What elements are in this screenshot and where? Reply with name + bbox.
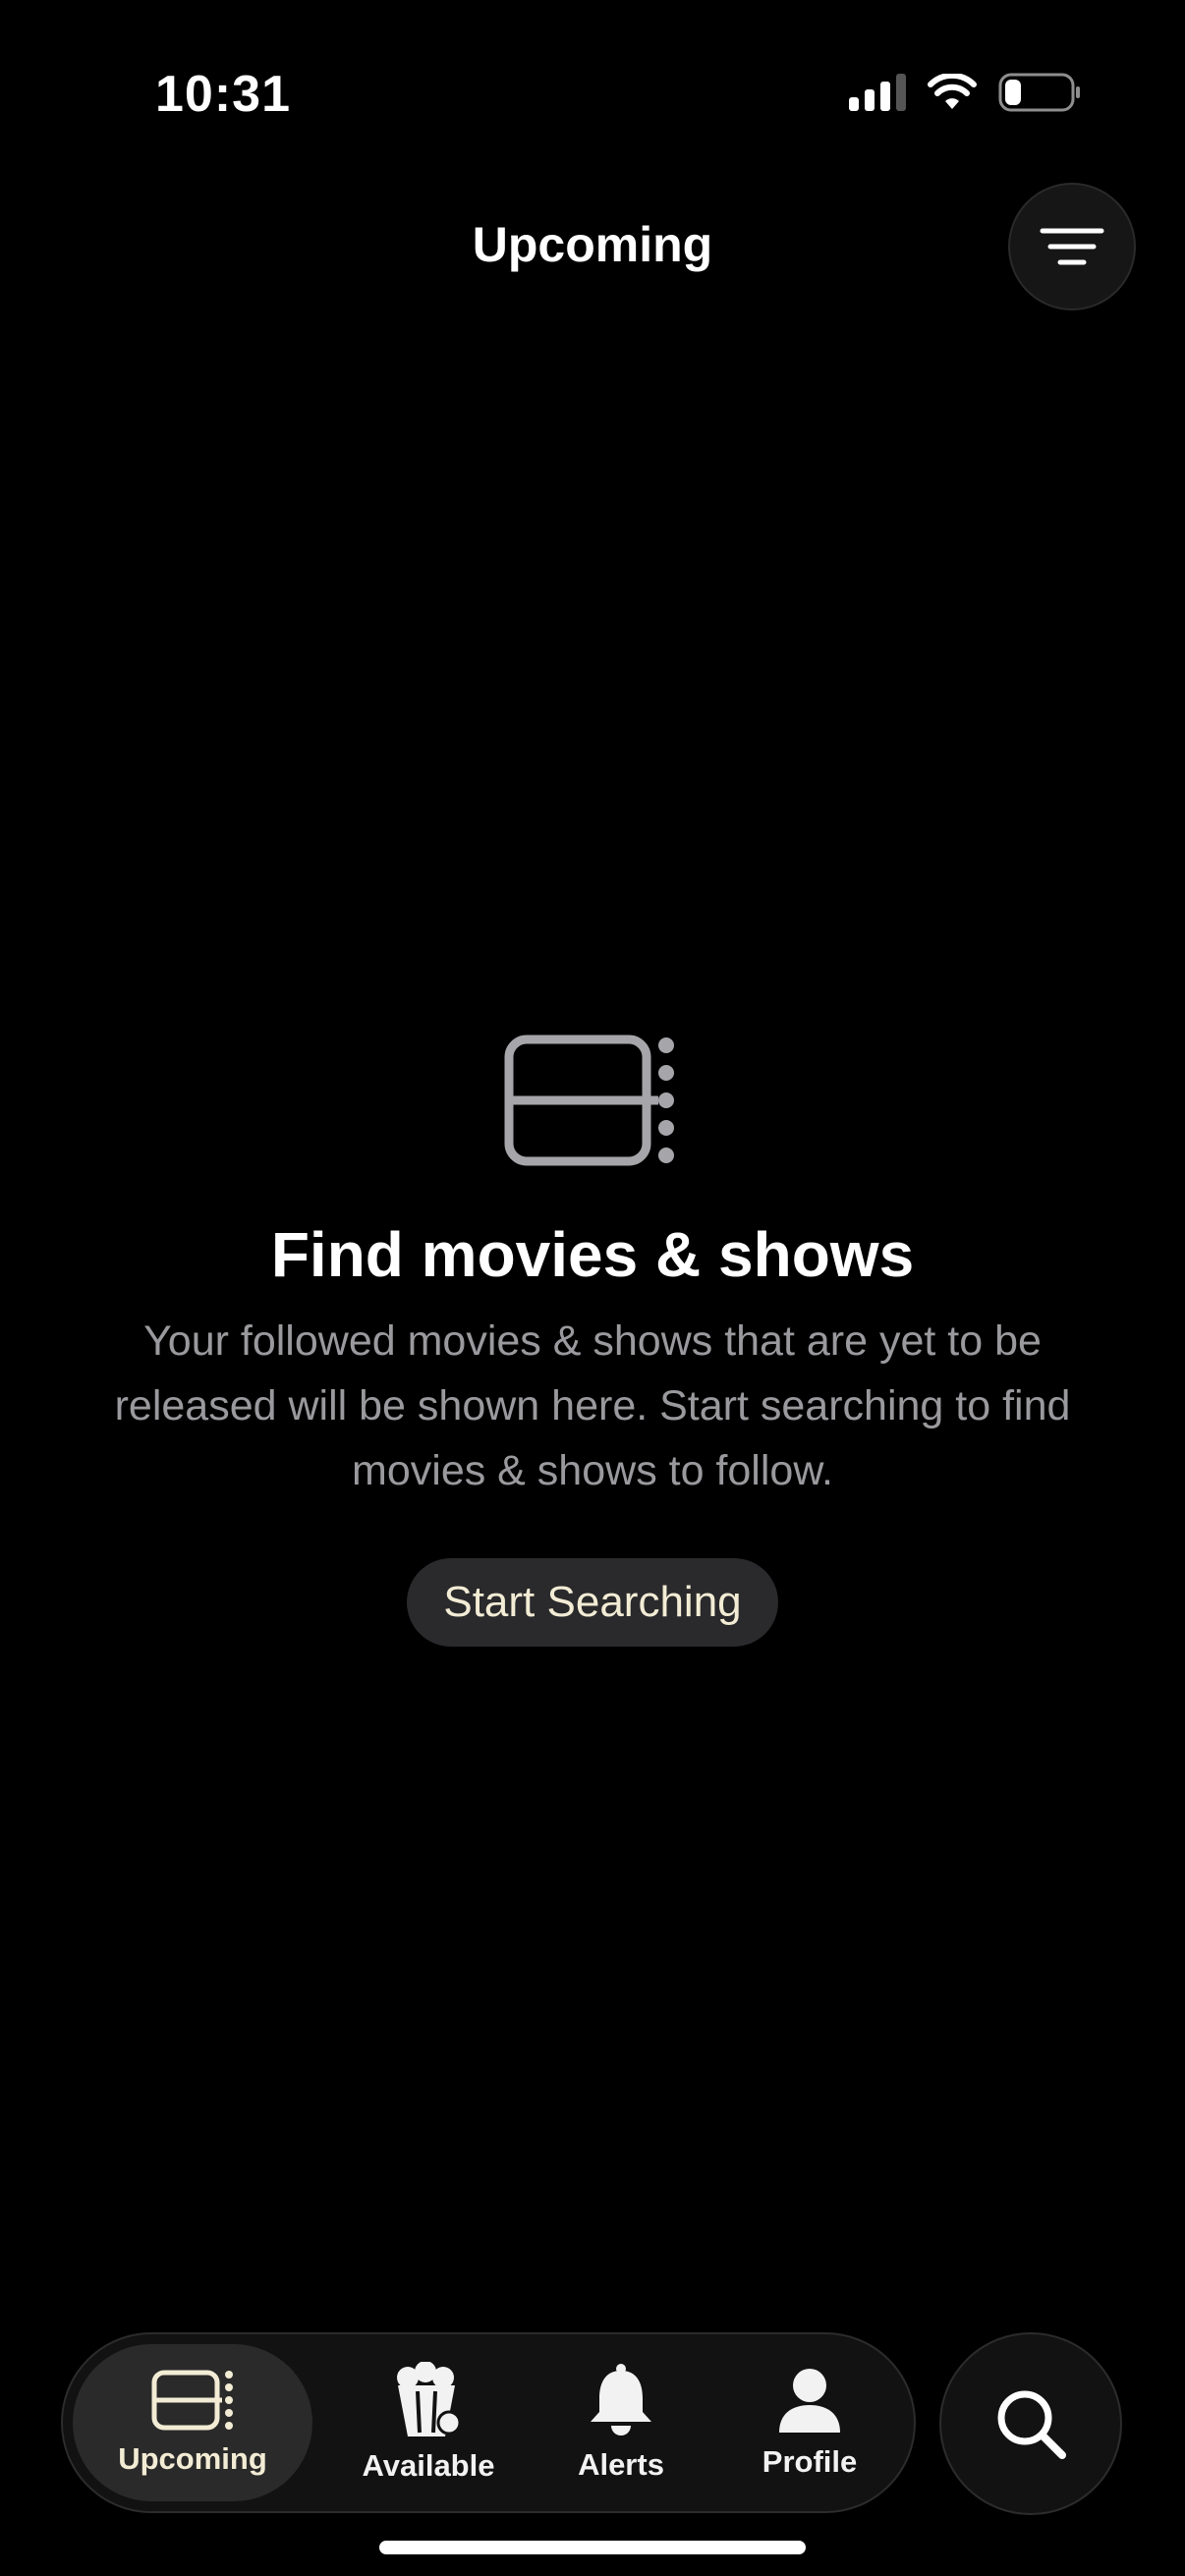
empty-state-description: Your followed movies & shows that are ye… xyxy=(114,1317,1071,1494)
bell-icon xyxy=(591,2364,651,2436)
battery-icon xyxy=(998,73,1080,112)
start-searching-button[interactable]: Start Searching xyxy=(407,1558,778,1647)
filter-lines-icon xyxy=(1040,228,1104,265)
tab-label: Profile xyxy=(762,2444,858,2479)
cellular-signal-icon xyxy=(849,74,906,111)
film-strip-icon xyxy=(504,1035,674,1166)
popcorn-icon xyxy=(397,2362,462,2436)
filter-button[interactable] xyxy=(1008,183,1136,310)
tab-upcoming[interactable]: Upcoming xyxy=(73,2344,312,2501)
home-indicator xyxy=(379,2541,806,2554)
tab-alerts[interactable]: Alerts xyxy=(533,2344,709,2501)
search-button[interactable] xyxy=(939,2332,1122,2515)
tab-bar: Upcoming Available Alerts Profile xyxy=(61,2332,916,2513)
status-icons xyxy=(849,73,1081,112)
tab-profile[interactable]: Profile xyxy=(715,2344,904,2501)
wifi-icon xyxy=(928,74,977,109)
tab-label: Upcoming xyxy=(118,2441,267,2476)
status-time: 10:31 xyxy=(155,66,291,123)
tab-label: Alerts xyxy=(578,2447,664,2482)
empty-state-title: Find movies & shows xyxy=(270,1219,915,1290)
tab-label: Available xyxy=(362,2448,495,2483)
person-icon xyxy=(779,2369,840,2433)
tab-available[interactable]: Available xyxy=(330,2344,527,2501)
search-icon xyxy=(997,2390,1066,2459)
film-strip-icon xyxy=(151,2370,233,2431)
